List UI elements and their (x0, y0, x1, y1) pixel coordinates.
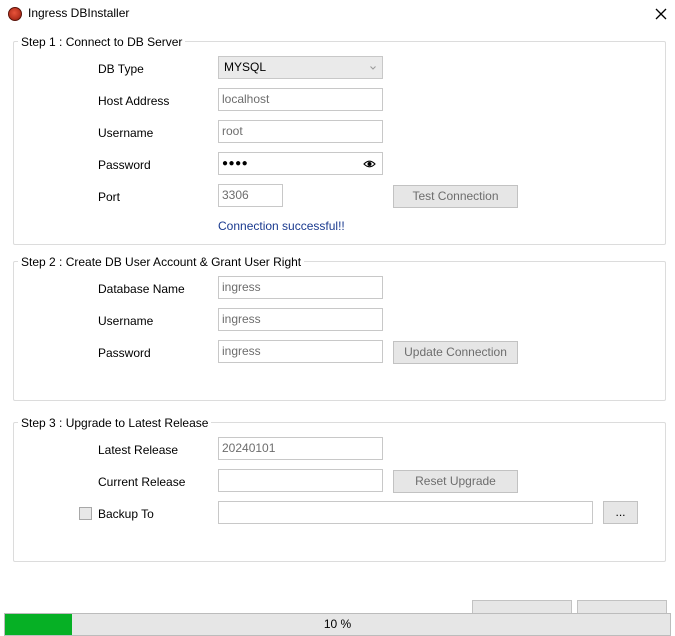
app-icon (8, 7, 22, 21)
password-field[interactable]: ●●●● (218, 152, 383, 175)
connection-status: Connection successful!! (218, 219, 345, 233)
db-username-field[interactable]: ingress (218, 308, 383, 331)
db-type-label: DB Type (98, 62, 144, 76)
step2-legend: Step 2 : Create DB User Account & Grant … (18, 255, 305, 269)
step3-legend: Step 3 : Upgrade to Latest Release (18, 416, 212, 430)
title-bar: Ingress DBInstaller (0, 0, 675, 28)
browse-button[interactable]: ... (603, 501, 638, 524)
progress-label: 10 % (323, 617, 352, 631)
step1-legend: Step 1 : Connect to DB Server (18, 35, 186, 49)
reset-upgrade-button[interactable]: Reset Upgrade (393, 470, 518, 493)
backup-path-field[interactable] (218, 501, 593, 524)
username-field[interactable]: root (218, 120, 383, 143)
db-type-value: MYSQL (224, 60, 267, 74)
db-type-select[interactable]: MYSQL (218, 56, 383, 79)
host-address-field[interactable]: localhost (218, 88, 383, 111)
close-button[interactable] (648, 2, 674, 26)
progress-bar: 10 % (4, 613, 671, 636)
backup-checkbox[interactable] (79, 507, 92, 520)
close-dialog-button-clipped[interactable] (577, 600, 667, 614)
chevron-down-icon (370, 66, 376, 70)
current-release-label: Current Release (98, 475, 186, 489)
db-password-label: Password (98, 346, 151, 360)
password-masked-value: ●●●● (222, 158, 249, 169)
db-username-label: Username (98, 314, 154, 328)
password-label: Password (98, 158, 151, 172)
latest-release-label: Latest Release (98, 443, 179, 457)
database-name-label: Database Name (98, 282, 185, 296)
port-label: Port (98, 190, 121, 204)
backup-to-label: Backup To (98, 507, 154, 521)
next-button-clipped[interactable] (472, 600, 572, 614)
database-name-field[interactable]: ingress (218, 276, 383, 299)
current-release-field[interactable] (218, 469, 383, 492)
username-label: Username (98, 126, 154, 140)
latest-release-field[interactable]: 20240101 (218, 437, 383, 460)
test-connection-button[interactable]: Test Connection (393, 185, 518, 208)
update-connection-button[interactable]: Update Connection (393, 341, 518, 364)
db-password-field[interactable]: ingress (218, 340, 383, 363)
window-title: Ingress DBInstaller (28, 6, 130, 20)
host-address-label: Host Address (98, 94, 170, 108)
eye-icon[interactable] (363, 158, 376, 170)
port-field[interactable]: 3306 (218, 184, 283, 207)
close-icon (655, 8, 667, 20)
